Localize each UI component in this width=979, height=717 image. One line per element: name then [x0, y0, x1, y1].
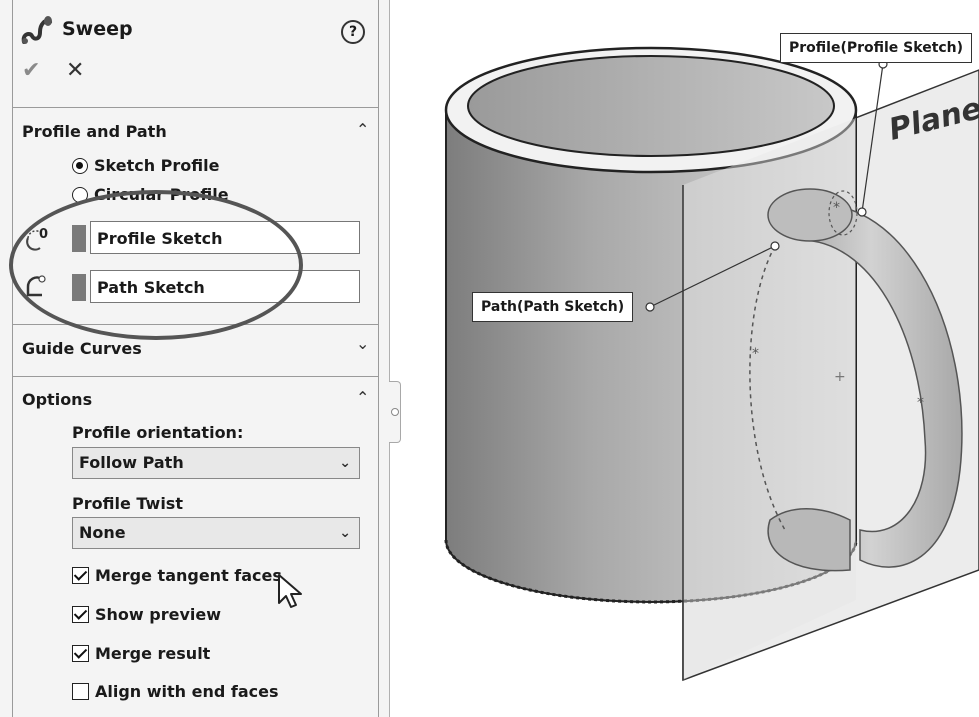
profile-callout[interactable]: Profile(Profile Sketch) [780, 33, 973, 63]
show-preview-label: Show preview [95, 605, 221, 624]
svg-text:*: * [917, 395, 924, 411]
property-manager-panel: Sweep ? ✔ ✕ Profile and Path ⌃ Sketch Pr… [0, 0, 401, 717]
svg-text:*: * [833, 200, 840, 216]
mug-model: * + * * Plane1 [444, 46, 979, 682]
checkbox-checked-icon[interactable] [72, 645, 89, 662]
profile-twist-value: None [79, 523, 126, 542]
checkbox-checked-icon[interactable] [72, 567, 89, 584]
mouse-pointer-icon [278, 574, 302, 608]
svg-text:*: * [752, 346, 759, 362]
chevron-down-icon[interactable]: ⌄ [339, 448, 351, 478]
ok-button[interactable]: ✔ [22, 60, 40, 82]
sweep-icon [21, 16, 52, 44]
chevron-down-icon[interactable]: ⌄ [356, 334, 369, 353]
checkbox-unchecked-icon[interactable] [72, 683, 89, 700]
radio-selected-icon[interactable] [72, 157, 88, 174]
chevron-up-icon[interactable]: ⌃ [356, 120, 369, 139]
merge-result-checkbox[interactable]: Merge result [72, 644, 210, 663]
highlight-oval [9, 190, 303, 340]
align-with-end-faces-checkbox[interactable]: Align with end faces [72, 682, 279, 701]
sketch-profile-label: Sketch Profile [94, 156, 220, 175]
merge-tangent-faces-label: Merge tangent faces [95, 566, 282, 585]
panel-inner-border [378, 0, 379, 717]
merge-result-label: Merge result [95, 644, 211, 663]
profile-orientation-select[interactable]: Follow Path ⌄ [72, 447, 360, 479]
profile-orientation-value: Follow Path [79, 453, 184, 472]
divider [12, 107, 378, 108]
divider [12, 376, 378, 377]
section-profile-and-path-title[interactable]: Profile and Path [22, 122, 167, 141]
sketch-profile-radio[interactable]: Sketch Profile [72, 156, 219, 175]
panel-right-border-lower [389, 441, 390, 717]
profile-twist-select[interactable]: None ⌄ [72, 517, 360, 549]
graphics-area[interactable]: * + * * Plane1 Profile(Profile Sketch) P… [400, 0, 979, 717]
show-preview-checkbox[interactable]: Show preview [72, 605, 221, 624]
align-with-end-faces-label: Align with end faces [95, 682, 279, 701]
panel-right-border [389, 0, 390, 381]
chevron-down-icon[interactable]: ⌄ [339, 518, 351, 548]
svg-text:+: + [834, 369, 846, 385]
cancel-button[interactable]: ✕ [66, 60, 84, 82]
section-guide-curves-title[interactable]: Guide Curves [22, 339, 142, 358]
path-callout[interactable]: Path(Path Sketch) [472, 292, 634, 322]
profile-twist-label: Profile Twist [72, 494, 183, 513]
chevron-up-icon[interactable]: ⌃ [356, 388, 369, 407]
section-options-title[interactable]: Options [22, 390, 92, 409]
help-icon[interactable]: ? [341, 20, 365, 44]
merge-tangent-faces-checkbox[interactable]: Merge tangent faces [72, 566, 282, 585]
panel-title: Sweep [62, 18, 133, 40]
profile-orientation-label: Profile orientation: [72, 423, 244, 442]
checkbox-checked-icon[interactable] [72, 606, 89, 623]
